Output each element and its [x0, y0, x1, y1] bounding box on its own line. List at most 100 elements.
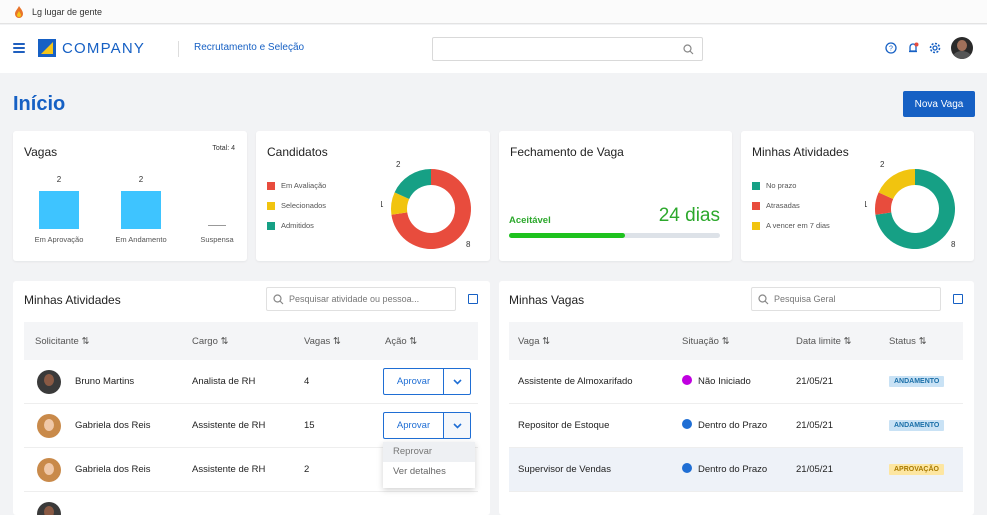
atividades-search-input[interactable]: Pesquisar atividade ou pessoa...: [266, 287, 456, 311]
help-icon[interactable]: ?: [885, 42, 897, 54]
sort-icon: ⇅: [332, 336, 341, 347]
expand-icon[interactable]: [953, 294, 963, 304]
data-limite: 21/05/21: [796, 420, 833, 431]
column-header[interactable]: Vaga ⇅: [518, 336, 550, 347]
situacao: Dentro do Prazo: [698, 464, 768, 475]
bar-empty: [208, 225, 226, 226]
menu-item-ver-detalhes[interactable]: Ver detalhes: [383, 462, 475, 482]
situacao: Não Iniciado: [698, 376, 751, 387]
donut-slice: [878, 169, 915, 200]
column-label: Data limite: [796, 336, 841, 347]
search-icon: [758, 294, 769, 305]
donut-value-label: 8: [951, 240, 956, 249]
approve-split-button: Aprovar: [383, 368, 471, 395]
table-row[interactable]: Assistente de Almoxarifado Não Iniciado …: [509, 360, 963, 404]
data-limite: 21/05/21: [796, 376, 833, 387]
gear-icon[interactable]: [929, 42, 941, 54]
menu-icon[interactable]: [13, 43, 25, 53]
cargo: Assistente de RH: [192, 464, 266, 475]
column-header[interactable]: Solicitante ⇅: [35, 336, 89, 347]
table-header: Solicitante ⇅ Cargo ⇅ Vagas ⇅ Ação ⇅: [24, 322, 478, 360]
legend-swatch: [752, 181, 760, 190]
legend-item: Selecionados: [267, 201, 326, 210]
donut-value-label: 2: [396, 160, 401, 169]
column-header[interactable]: Ação ⇅: [385, 336, 417, 347]
panel-title: Minhas Atividades: [24, 293, 121, 307]
bar-value-label: 2: [56, 175, 62, 184]
company-logo[interactable]: [38, 39, 56, 57]
vagas-count: 4: [304, 376, 310, 387]
search-placeholder: Pesquisar atividade ou pessoa...: [289, 294, 420, 304]
page-title: Início: [13, 93, 66, 115]
brand-name[interactable]: COMPANY: [62, 40, 145, 57]
bar-category-label: Em Andamento: [115, 235, 167, 244]
legend-item: Atrasadas: [752, 201, 800, 210]
column-label: Status: [889, 336, 916, 347]
search-icon: [273, 294, 284, 305]
days-value: 24 dias: [658, 205, 720, 226]
new-job-button[interactable]: Nova Vaga: [903, 91, 975, 117]
table-row[interactable]: [24, 492, 478, 515]
column-label: Vagas: [304, 336, 331, 347]
sort-icon: ⇅: [220, 336, 229, 347]
cargo: Assistente de RH: [192, 420, 266, 431]
status-badge: ANDAMENTO: [889, 376, 945, 387]
approve-dropdown-toggle[interactable]: [444, 413, 470, 438]
user-avatar[interactable]: [951, 37, 973, 59]
panel-title: Minhas Vagas: [509, 293, 585, 307]
donut-slice: [394, 169, 431, 200]
candidatos-card: Candidatos Em Avaliação Selecionados Adm…: [256, 131, 490, 261]
chevron-down-icon: [452, 378, 462, 385]
legend-label: Atrasadas: [766, 201, 800, 210]
column-header[interactable]: Vagas ⇅: [304, 336, 341, 347]
approve-dropdown-toggle[interactable]: [444, 369, 470, 394]
approve-split-button: Aprovar: [383, 412, 471, 439]
atividades-card: Minhas Atividades No prazo Atrasadas A v…: [741, 131, 974, 261]
search-icon: [683, 44, 694, 55]
donut-value-label: 8: [466, 240, 471, 249]
solicitante: Gabriela dos Reis: [75, 464, 151, 475]
vagas-search-input[interactable]: Pesquisa Geral: [751, 287, 941, 311]
legend-item: Admitidos: [267, 221, 314, 230]
table-row[interactable]: Bruno Martins Analista de RH 4 Aprovar: [24, 360, 478, 404]
global-search-input[interactable]: [432, 37, 703, 61]
vagas-count: 2: [304, 464, 310, 475]
bell-icon[interactable]: [907, 42, 919, 54]
expand-icon[interactable]: [468, 294, 478, 304]
avatar: [37, 414, 61, 438]
legend-label: Em Avaliação: [281, 181, 327, 190]
donut-value-label: 1: [865, 200, 868, 209]
column-header[interactable]: Status ⇅: [889, 336, 927, 347]
legend-swatch: [267, 201, 275, 210]
status-badge: ANDAMENTO: [889, 420, 945, 431]
card-title: Vagas: [24, 145, 58, 159]
sort-icon: ⇅: [918, 336, 927, 347]
donut-value-label: 1: [381, 200, 384, 209]
approve-button[interactable]: Aprovar: [384, 413, 444, 438]
table-row[interactable]: Supervisor de Vendas Dentro do Prazo 21/…: [509, 448, 963, 492]
legend-item: No prazo: [752, 181, 796, 190]
table-row[interactable]: Repositor de Estoque Dentro do Prazo 21/…: [509, 404, 963, 448]
data-limite: 21/05/21: [796, 464, 833, 475]
status-text: Aceitável: [509, 215, 551, 226]
column-label: Situação: [682, 336, 719, 347]
status-dot: [682, 375, 692, 385]
sort-icon: ⇅: [843, 336, 852, 347]
module-name[interactable]: Recrutamento e Seleção: [194, 42, 304, 53]
search-placeholder: Pesquisa Geral: [774, 294, 836, 304]
column-header[interactable]: Cargo ⇅: [192, 336, 228, 347]
legend-label: Admitidos: [281, 221, 314, 230]
table-header: Vaga ⇅ Situação ⇅ Data limite ⇅ Status ⇅: [509, 322, 963, 360]
atividades-donut-chart: 8 1 2: [865, 160, 956, 249]
sort-icon: ⇅: [409, 336, 418, 347]
bar: [121, 191, 161, 229]
column-header[interactable]: Data limite ⇅: [796, 336, 851, 347]
legend-swatch: [752, 221, 760, 230]
column-header[interactable]: Situação ⇅: [682, 336, 730, 347]
progress-fill: [509, 233, 626, 238]
approve-button[interactable]: Aprovar: [384, 369, 444, 394]
menu-item-reprovar[interactable]: Reprovar: [383, 442, 475, 462]
column-label: Ação: [385, 336, 407, 347]
vagas-count: 15: [304, 420, 315, 431]
bar-category-label: Em Aprovação: [34, 235, 84, 244]
